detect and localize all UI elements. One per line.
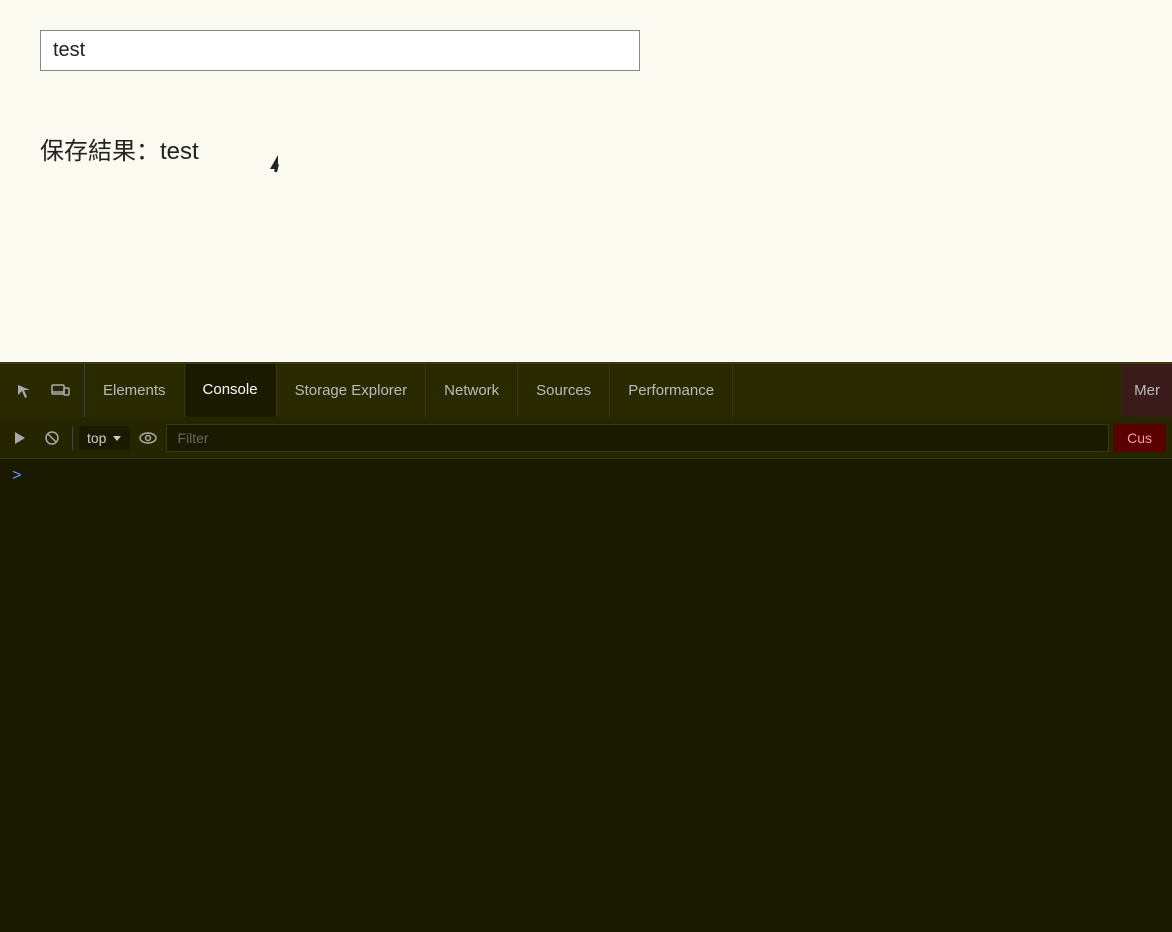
test-input[interactable] bbox=[40, 30, 640, 71]
tab-console[interactable]: Console bbox=[185, 364, 277, 417]
tab-more[interactable]: Mer bbox=[1122, 364, 1172, 417]
console-toolbar: top Cus bbox=[0, 417, 1172, 459]
tab-network[interactable]: Network bbox=[426, 364, 518, 417]
inspect-element-icon[interactable] bbox=[8, 375, 40, 407]
context-selector[interactable]: top bbox=[79, 426, 130, 450]
device-emulation-icon[interactable] bbox=[44, 375, 76, 407]
custom-levels-button[interactable]: Cus bbox=[1113, 424, 1166, 452]
clear-console-button[interactable] bbox=[38, 424, 66, 452]
tab-elements[interactable]: Elements bbox=[85, 364, 185, 417]
devtools-panel: Elements Console Storage Explorer Networ… bbox=[0, 362, 1172, 932]
tab-performance[interactable]: Performance bbox=[610, 364, 733, 417]
run-button[interactable] bbox=[6, 424, 34, 452]
filter-input[interactable] bbox=[166, 424, 1109, 452]
tab-sources[interactable]: Sources bbox=[518, 364, 610, 417]
tab-storage-explorer[interactable]: Storage Explorer bbox=[277, 364, 427, 417]
page-content: 保存結果：test bbox=[0, 0, 1172, 362]
saved-result-text: 保存結果：test bbox=[40, 131, 1132, 166]
watch-expressions-button[interactable] bbox=[134, 424, 162, 452]
console-prompt-line[interactable]: > bbox=[12, 467, 1160, 485]
console-output: > bbox=[0, 459, 1172, 932]
devtools-tab-bar: Elements Console Storage Explorer Networ… bbox=[0, 362, 1172, 417]
devtools-icon-group bbox=[0, 364, 85, 417]
toolbar-separator-1 bbox=[72, 426, 73, 450]
